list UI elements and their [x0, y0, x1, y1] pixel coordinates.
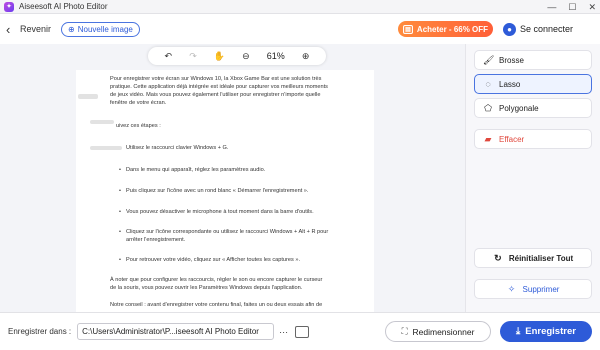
document-preview[interactable]: Pour enregistrer votre écran sur Windows…	[76, 70, 374, 312]
reset-label: Réinitialiser Tout	[508, 253, 574, 263]
plus-icon: ⊕	[68, 24, 75, 34]
login-button[interactable]: ● Se connecter	[503, 21, 573, 37]
app-logo-icon: ✦	[4, 1, 14, 12]
close-icon[interactable]: ✕	[588, 2, 596, 13]
eraser-icon: ▰	[484, 133, 492, 144]
undo-icon[interactable]: ↶	[165, 51, 173, 62]
doc-line: Notre conseil : avant d'enregistrer votr…	[110, 302, 323, 308]
erase-tool-button[interactable]: ▰ Effacer	[474, 129, 592, 149]
brush-icon: 🖌	[483, 54, 495, 65]
title-bar: ✦ Aiseesoft AI Photo Editor — ☐ ✕	[0, 0, 600, 14]
lasso-icon: ◌	[485, 79, 491, 89]
new-image-button[interactable]: ⊕ Nouvelle image	[61, 21, 140, 37]
folder-icon[interactable]	[295, 325, 310, 338]
crop-icon: ⛶	[401, 326, 408, 336]
pan-hand-icon[interactable]: ✋	[214, 51, 225, 62]
doc-bullet: Cliquez sur l'icône correspondante ou ut…	[119, 229, 328, 237]
doc-line: arrêter l'enregistrement.	[126, 237, 186, 243]
doc-line: Utilisez le raccourci clavier Windows + …	[126, 145, 229, 151]
doc-line: de jeux vidéo. Mais vous pouvez égalemen…	[110, 92, 321, 98]
polygon-tool-button[interactable]: ⬠ Polygonale	[474, 98, 592, 118]
login-label: Se connecter	[520, 24, 574, 34]
save-in-label: Enregistrer dans :	[8, 327, 72, 336]
resize-label: Redimensionner	[412, 326, 475, 337]
back-arrow-icon[interactable]: ‹	[6, 22, 16, 37]
doc-bullet: Vous pouvez désactiver le microphone à t…	[119, 209, 314, 217]
doc-bullet: Dans le menu qui apparaît, réglez les pa…	[119, 167, 265, 175]
canvas-area: ↶ ↷ ✋ ⊖ 61% ⊕ Pour enregistrer votre écr…	[0, 44, 465, 312]
zoom-level: 61%	[266, 51, 285, 61]
brush-label: Brosse	[499, 55, 524, 65]
more-options-button[interactable]: ···	[279, 327, 288, 337]
doc-line: pratique. Cette application déjà intégré…	[110, 84, 328, 90]
zoom-out-icon[interactable]: ⊖	[242, 51, 250, 62]
save-label: Enregistrer	[525, 326, 576, 337]
polygon-icon: ⬠	[484, 102, 492, 113]
lasso-tool-button[interactable]: ◌ Lasso	[474, 74, 592, 94]
doc-bullet: Puis cliquez sur l'icône avec un rond bl…	[119, 188, 308, 196]
footer-bar: Enregistrer dans : C:\Users\Administrato…	[0, 312, 600, 350]
lasso-mark	[90, 146, 122, 150]
header: ‹ Revenir ⊕ Nouvelle image ▤ Acheter - 6…	[0, 14, 600, 44]
doc-line: À noter que pour configurer les raccourc…	[110, 277, 323, 283]
save-path-field[interactable]: C:\Users\Administrator\P...iseesoft AI P…	[77, 323, 275, 340]
doc-bullet: Pour retrouver votre vidéo, cliquez sur …	[119, 257, 300, 265]
tool-sidebar: 🖌 Brosse ◌ Lasso ⬠ Polygonale ▰ Effacer …	[465, 44, 600, 312]
lasso-mark	[78, 94, 98, 99]
brush-tool-button[interactable]: 🖌 Brosse	[474, 50, 592, 70]
minimize-icon[interactable]: —	[547, 2, 556, 12]
doc-line: fenêtre de votre écran.	[110, 100, 167, 106]
doc-line: Pour enregistrer votre écran sur Windows…	[110, 76, 322, 82]
promo-label: Acheter - 66% OFF	[416, 24, 489, 34]
save-button[interactable]: ⤓ Enregistrer	[500, 321, 592, 342]
resize-button[interactable]: ⛶ Redimensionner	[385, 321, 491, 342]
app-title: Aiseesoft AI Photo Editor	[19, 2, 108, 11]
delete-label: Supprimer	[522, 284, 560, 294]
download-icon: ⤓	[516, 326, 521, 337]
redo-icon[interactable]: ↷	[189, 51, 197, 62]
delete-button[interactable]: ✧ Supprimer	[474, 279, 592, 299]
cart-icon: ▤	[402, 24, 413, 34]
polygon-label: Polygonale	[499, 103, 539, 113]
new-image-label: Nouvelle image	[77, 24, 133, 34]
reset-all-button[interactable]: ↻ Réinitialiser Tout	[474, 248, 592, 268]
zoom-toolbar: ↶ ↷ ✋ ⊖ 61% ⊕	[148, 47, 326, 65]
doc-line: uivez ces étapes :	[116, 123, 161, 129]
erase-label: Effacer	[499, 134, 525, 144]
lasso-label: Lasso	[499, 79, 521, 89]
reset-icon: ↻	[494, 252, 502, 263]
buy-promo-button[interactable]: ▤ Acheter - 66% OFF	[398, 21, 493, 37]
lasso-mark	[90, 120, 114, 124]
user-icon: ●	[503, 22, 516, 36]
sparkle-erase-icon: ✧	[507, 283, 516, 294]
doc-line: de la souris, vous pouvez ouvrir les Par…	[110, 285, 303, 291]
maximize-icon[interactable]: ☐	[568, 2, 576, 13]
window-controls: — ☐ ✕	[547, 0, 596, 14]
back-button[interactable]: Revenir	[20, 24, 51, 34]
zoom-in-icon[interactable]: ⊕	[302, 51, 310, 62]
